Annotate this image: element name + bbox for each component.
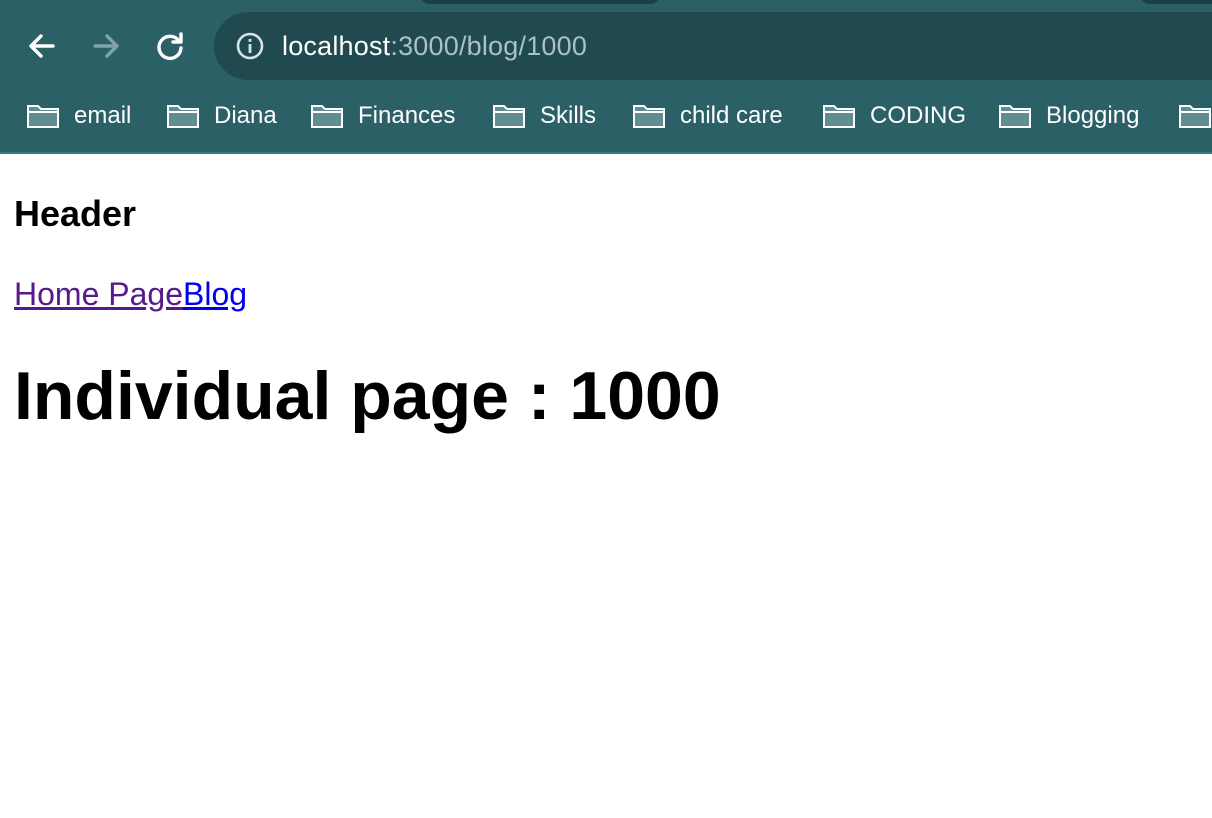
folder-icon	[27, 105, 59, 128]
home-page-link[interactable]: Home Page	[14, 276, 183, 312]
url-path: :3000/blog/1000	[390, 31, 588, 61]
toolbar-divider	[0, 152, 1212, 154]
folder-icon	[311, 105, 343, 128]
url-host: localhost	[282, 31, 391, 61]
site-header: Header	[14, 193, 137, 234]
bookmark-label: Diana	[214, 102, 277, 129]
bookmark-email[interactable]: email	[26, 96, 131, 136]
bookmark-label: Finances	[358, 102, 456, 129]
bookmark-label: child care	[680, 102, 783, 129]
back-button[interactable]	[22, 26, 62, 66]
folder-icon	[1179, 105, 1211, 128]
bookmark-label: Blogging	[1046, 102, 1140, 129]
page-title: Individual page : 1000	[14, 358, 721, 434]
bookmark-label: CODING	[870, 102, 966, 129]
reload-button[interactable]	[150, 26, 190, 66]
info-icon[interactable]	[236, 32, 264, 60]
bookmark-label: Skills	[540, 102, 597, 129]
bookmarks-bar: email Diana Finances Skills child care C…	[0, 96, 1212, 136]
bookmark-label: email	[74, 102, 132, 129]
blog-link[interactable]: Blog	[183, 276, 247, 312]
bookmark-skills[interactable]: Skills	[492, 96, 596, 136]
arrow-right-icon	[93, 34, 119, 58]
folder-icon	[999, 105, 1031, 128]
site-nav: Home PageBlog	[14, 274, 247, 314]
bookmark-child-care[interactable]: child care	[632, 96, 783, 136]
folder-icon	[633, 105, 665, 128]
bookmark-blogging[interactable]: Blogging	[998, 96, 1139, 136]
url-text[interactable]: localhost:3000/blog/1000	[282, 29, 587, 63]
bookmark-finances[interactable]: Finances	[310, 96, 455, 136]
browser-toolbar: localhost:3000/blog/1000 email Diana Fin…	[0, 0, 1212, 154]
bookmark-coding[interactable]: CODING	[822, 96, 966, 136]
folder-icon	[493, 105, 525, 128]
tab-strip-edge	[1140, 0, 1212, 4]
arrow-left-icon	[29, 34, 55, 58]
bookmark-diana[interactable]: Diana	[166, 96, 277, 136]
folder-icon	[167, 105, 199, 128]
bookmark-overflow-folder[interactable]	[1178, 96, 1212, 136]
tab-strip-edge	[420, 0, 660, 4]
forward-button[interactable]	[86, 26, 126, 66]
reload-icon	[157, 32, 183, 61]
folder-icon	[823, 105, 855, 128]
address-bar[interactable]: localhost:3000/blog/1000	[214, 12, 1212, 80]
